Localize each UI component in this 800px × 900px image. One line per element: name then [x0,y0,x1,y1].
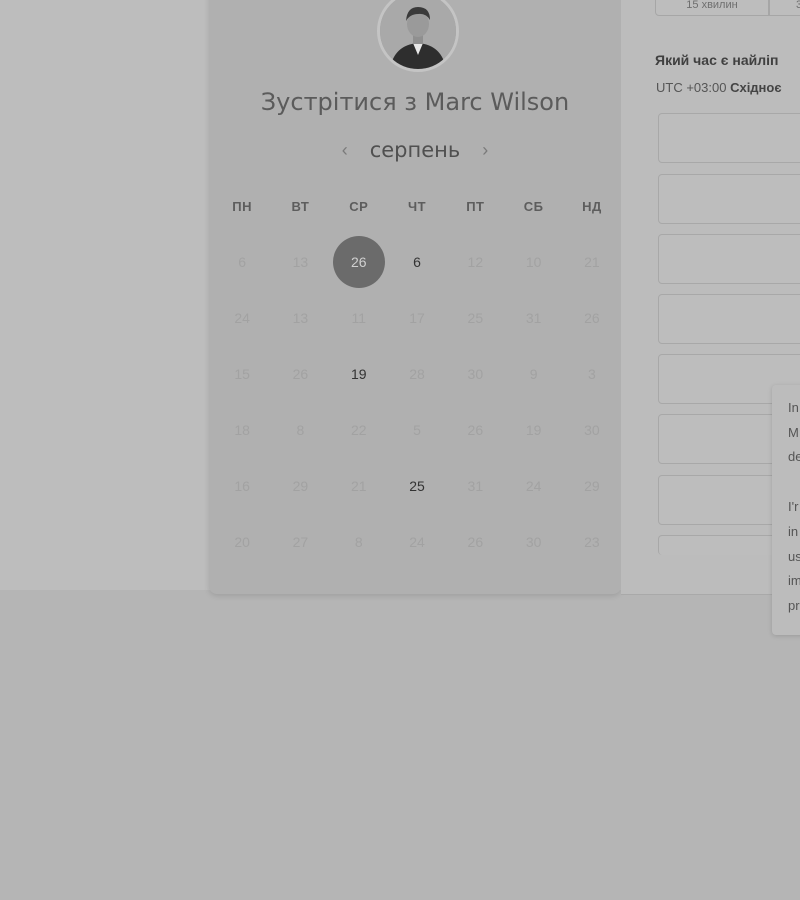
chevron-left-icon[interactable]: ‹ [338,140,352,161]
calendar-day: 26 [292,366,309,382]
month-navigation: ‹ серпень › [209,138,621,162]
calendar-day: 13 [292,254,309,270]
calendar-day: 11 [351,310,366,326]
calendar-day: 5 [413,422,421,438]
calendar-day: 29 [292,478,309,494]
calendar-day: 18 [234,422,250,438]
calendar-day: 13 [292,310,309,326]
time-slot[interactable] [658,174,800,224]
popup-text: us [788,549,800,564]
time-slot[interactable] [658,113,800,163]
popup-text: In [788,400,799,415]
weekday-label: СБ [523,199,544,214]
popup-text: pr [788,598,800,613]
info-popup: In M de I'r in us im pr [772,385,800,635]
calendar-day: 23 [584,534,600,550]
calendar-grid: 6 13 26 6 12 10 21 24 13 11 17 25 31 26 … [213,234,621,570]
calendar-day: 27 [292,534,309,550]
month-label: серпень [369,138,461,162]
calendar-day: 26 [467,534,484,550]
popup-text: de [788,449,800,464]
weekday-label: СР [349,199,369,214]
calendar-day: 21 [584,254,600,270]
duration-option[interactable]: 3 [769,0,800,16]
calendar-day: 28 [409,366,425,382]
calendar-day: 24 [234,310,250,326]
calendar-day-available[interactable]: 6 [388,234,446,290]
timezone-label[interactable]: UTC +03:00 Східноє [656,80,782,95]
calendar-day-available[interactable]: 25 [388,458,446,514]
popup-text: M [788,425,799,440]
timezone-name: Східноє [730,80,782,95]
calendar-day: 8 [354,534,363,550]
calendar-day: 6 [238,254,247,270]
calendar-day: 24 [409,534,425,550]
calendar-day: 21 [350,478,367,494]
calendar-day: 9 [529,366,538,382]
popup-text: im [788,573,800,588]
weekday-header: ПН ВТ СР ЧТ ПТ СБ НД [213,199,621,214]
calendar-day: 3 [588,366,596,382]
weekday-label: ПН [232,199,253,214]
calendar-day: 10 [525,254,542,270]
calendar-day: 8 [296,422,305,438]
weekday-label: ЧТ [408,199,427,214]
popup-text: I'r [788,499,799,514]
calendar-day-available[interactable]: 19 [330,346,388,402]
chevron-right-icon[interactable]: › [478,140,492,161]
calendar-day: 31 [525,310,542,326]
time-slot[interactable] [658,234,800,284]
calendar-day: 22 [350,422,367,438]
calendar-day: 31 [467,478,484,494]
calendar-day: 24 [525,478,542,494]
calendar-day: 15 [234,366,250,382]
calendar-day: 30 [467,366,484,382]
calendar-day: 26 [584,310,600,326]
calendar-day: 17 [409,310,425,326]
calendar-day: 30 [525,534,542,550]
duration-selector: 15 хвилин 3 [655,0,800,16]
time-question: Який час є найліп [655,52,779,68]
meeting-title: Зустрітися з Marc Wilson [260,88,570,116]
weekday-label: НД [582,199,602,214]
calendar-day: 20 [234,534,250,550]
calendar-day: 30 [584,422,600,438]
calendar-day: 25 [467,310,484,326]
calendar-day: 19 [525,422,542,438]
calendar-day: 16 [234,478,250,494]
calendar-day: 12 [467,254,484,270]
duration-option[interactable]: 15 хвилин [655,0,769,16]
popup-text: in [788,524,799,539]
calendar-day: 29 [584,478,600,494]
timezone-offset: UTC +03:00 [656,80,727,95]
weekday-label: ВТ [291,199,310,214]
calendar-day-selected[interactable]: 26 [330,234,388,290]
calendar-day: 26 [467,422,484,438]
weekday-label: ПТ [466,199,485,214]
time-slot[interactable] [658,294,800,344]
